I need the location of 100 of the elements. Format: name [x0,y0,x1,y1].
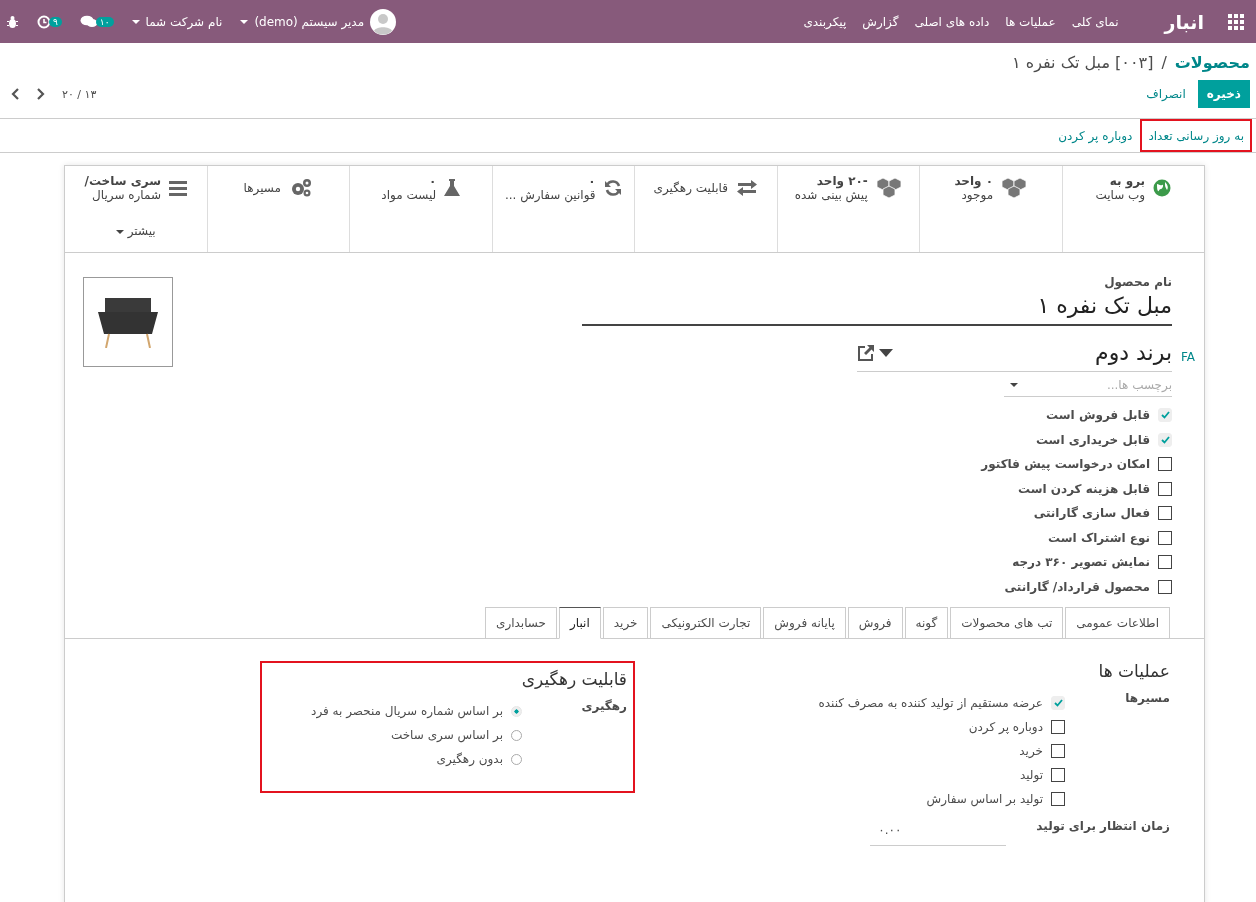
stat-button[interactable]: برو به وب سایت [1062,166,1204,210]
stat-text: قابلیت رهگیری [653,180,728,196]
checkbox[interactable] [1158,506,1172,521]
group-title: قابلیت رهگیری [520,669,627,689]
external-link-icon[interactable] [857,343,875,362]
menu-item[interactable]: عملیات ها [1005,14,1056,29]
flask-icon [444,179,461,197]
stat-button[interactable]: -۲۰ واحد پیش بینی شده [777,166,919,210]
breadcrumb-current: [۰۰۳] مبل تک نفره ۱ [1012,53,1154,72]
message-count-badge: ۱۰ [95,16,114,27]
checkbox[interactable] [1051,744,1065,758]
checkbox[interactable] [1051,792,1065,806]
checkbox-label: عرضه مستقیم از تولید کننده به مصرف کننده [818,696,1043,710]
checkbox-label: محصول قرارداد/ گارانتی [1004,579,1150,594]
stat-text: برو به [1109,173,1146,188]
caret-down-icon [240,19,249,24]
form-tab[interactable]: تجارت الکترونیکی [650,607,762,639]
caret-down-icon [115,229,124,234]
avatar-icon [370,8,397,35]
form-tab[interactable]: خرید [602,607,649,639]
cubes-icon [875,177,902,199]
checkbox[interactable] [1051,720,1065,734]
header-action-button[interactable]: دوباره پر کردن [1050,119,1141,152]
stat-text: مسیرها [243,180,281,196]
form-tab[interactable]: انبار [559,607,601,639]
language-link[interactable]: FA [1172,350,1204,599]
field-label: رهگیری [580,699,627,715]
company-switcher[interactable]: نام شرکت شما [131,14,223,29]
field-label: مسیرها [1124,691,1170,707]
checkbox-label: فعال سازی گارانتی [1033,506,1150,521]
chevron-left-icon[interactable] [10,88,20,100]
checkbox[interactable] [1158,530,1172,545]
checkbox[interactable] [1158,457,1172,472]
checkbox-label: نمایش تصویر ۳۶۰ درجه [1012,555,1150,570]
field-label: زمان انتظار برای تولید [1036,819,1170,833]
stat-text: قوانین سفارش ... [504,188,596,203]
lead-time-field[interactable]: ۰.۰۰ [870,819,1007,846]
checkbox[interactable] [1158,481,1172,496]
checkbox[interactable] [1158,555,1172,570]
checkbox[interactable] [1051,768,1065,782]
armchair-drawing [97,296,159,348]
app-name[interactable]: انبار [1164,10,1204,33]
stat-text: ۰ [428,173,437,188]
brand-field[interactable]: برند دوم [897,340,1172,365]
activity-count-badge: ۹ [49,16,62,27]
form-tab[interactable]: گونه [904,607,949,639]
stat-button[interactable]: ۰ لیست مواد [350,166,492,210]
menu-item[interactable]: گزارش [862,14,899,29]
form-tab[interactable]: فروش [847,607,903,639]
chevron-right-icon[interactable] [36,88,46,100]
stat-text: -۲۰ واحد [816,173,868,188]
breadcrumb-separator: / [1161,53,1167,72]
checkbox-label: قابل فروش است [1046,408,1150,423]
refresh-icon [603,179,622,197]
caret-down-icon [1010,383,1018,387]
bug-icon[interactable] [6,14,19,29]
group-title: عملیات ها [1097,661,1170,681]
product-image[interactable] [83,277,173,367]
list-icon [169,180,187,196]
apps-grid-icon[interactable] [1228,13,1244,30]
stat-text: سری ساخت/ [84,173,161,188]
checkbox-label: خرید [1019,744,1043,758]
stat-text: موجود [961,188,994,203]
breadcrumb-link[interactable]: محصولات [1174,53,1250,72]
more-dropdown[interactable]: بیشتر [65,210,207,252]
stat-text: ۰ واحد [954,173,994,188]
menu-item[interactable]: پیکربندی [803,14,847,29]
form-tab[interactable]: پایانه فروش [763,607,846,639]
caret-down-icon[interactable] [879,348,893,357]
globe-icon [1153,179,1172,197]
menu-item[interactable]: نمای کلی [1071,14,1119,29]
user-name: مدیر سیستم (demo) [254,14,365,29]
clock-icon[interactable] [37,14,51,29]
stat-button[interactable]: مسیرها [207,166,349,210]
stat-button[interactable]: ۰ واحد موجود [920,166,1062,210]
checkbox-label: تولید [1019,768,1043,782]
chat-icon[interactable] [79,14,98,29]
header-action-button[interactable]: به روز رسانی تعداد [1140,119,1252,152]
stat-text: لیست مواد [381,188,437,203]
stat-button[interactable]: ۰ قوانین سفارش ... [492,166,634,210]
form-tab[interactable]: اطلاعات عمومی [1065,607,1170,639]
user-menu[interactable]: مدیر سیستم (demo) [240,8,397,35]
exchange-arrows-icon [735,180,758,196]
radio-label: بر اساس شماره سریال منحصر به فرد [311,704,503,718]
checkbox-label: امکان درخواست پیش فاکتور [981,457,1150,472]
menu-item[interactable]: داده های اصلی [914,14,990,29]
radio-label: بدون رهگیری [436,752,503,766]
stat-button[interactable]: سری ساخت/ شماره سریال [65,166,207,210]
checkbox-label: قابل خریداری است [1035,432,1150,447]
stat-text: پیش بینی شده [794,188,868,203]
pager-value: ۱۳ / ۲۰ [62,87,97,101]
stat-button[interactable]: قابلیت رهگیری [635,166,777,210]
checkbox-label: نوع اشتراک است [1048,530,1150,545]
checkbox-label: دوباره پر کردن [968,720,1043,734]
form-tab[interactable]: تب های محصولات [950,607,1064,639]
discard-button[interactable]: انصراف [1140,80,1192,108]
product-name-field[interactable]: مبل تک نفره ۱ [582,289,1172,326]
form-tab[interactable]: حسابداری [485,607,557,639]
checkbox-label: قابل هزینه کردن است [1017,481,1150,496]
checkbox[interactable] [1158,579,1172,594]
